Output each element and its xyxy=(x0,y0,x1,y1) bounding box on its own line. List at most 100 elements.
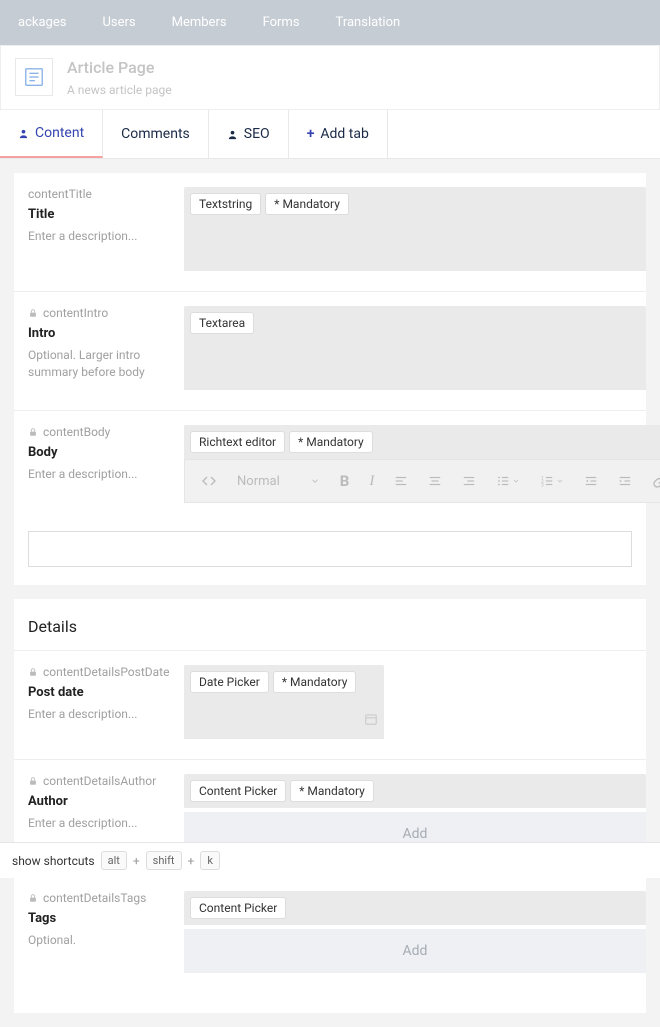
nav-translation[interactable]: Translation xyxy=(318,15,419,30)
tab-seo-label: SEO xyxy=(244,126,270,142)
field-type-row: Content Picker * Mandatory xyxy=(184,774,646,808)
key-shift: shift xyxy=(146,851,182,870)
field-label[interactable]: Post date xyxy=(28,685,170,700)
field-type-row: Textarea xyxy=(184,306,646,340)
type-tag[interactable]: Date Picker xyxy=(190,671,269,693)
add-property-row xyxy=(28,531,632,585)
date-input[interactable] xyxy=(184,699,384,739)
field-postdate: contentDetailsPostDate Post date Enter a… xyxy=(14,651,646,759)
mandatory-tag[interactable]: * Mandatory xyxy=(290,780,374,802)
main-area: contentTitle Title Enter a description..… xyxy=(0,159,660,1027)
italic-button[interactable]: I xyxy=(363,469,380,494)
field-label[interactable]: Author xyxy=(28,794,170,809)
outdent-button[interactable] xyxy=(578,470,604,492)
align-right-button[interactable] xyxy=(456,470,482,492)
type-tag[interactable]: Textarea xyxy=(190,312,254,334)
page-subtitle[interactable]: A news article page xyxy=(67,83,172,97)
section-details-title[interactable]: Details xyxy=(14,599,646,651)
lock-icon xyxy=(28,308,38,318)
shortcut-footer: show shortcuts alt + shift + k xyxy=(0,842,660,878)
field-alias[interactable]: contentBody xyxy=(28,425,170,439)
shortcut-label: show shortcuts xyxy=(12,854,95,868)
calendar-icon[interactable] xyxy=(364,712,378,726)
field-tags: contentDetailsTags Tags Optional. Conten… xyxy=(14,876,646,1013)
field-alias[interactable]: contentDetailsAuthor xyxy=(28,774,170,788)
field-desc[interactable]: Enter a description... xyxy=(28,228,170,245)
key-alt: alt xyxy=(101,851,127,870)
alias-text: contentTitle xyxy=(28,187,92,201)
bold-button[interactable]: B xyxy=(334,468,356,494)
indent-button[interactable] xyxy=(612,470,638,492)
details-panel: Details contentDetailsPostDate Post date… xyxy=(14,599,646,1013)
field-type-row: Textstring * Mandatory xyxy=(184,187,646,221)
link-button[interactable] xyxy=(646,469,660,493)
mandatory-tag[interactable]: * Mandatory xyxy=(273,671,357,693)
alias-text: contentDetailsAuthor xyxy=(43,774,156,788)
field-intro: contentIntro Intro Optional. Larger intr… xyxy=(14,291,646,410)
field-label[interactable]: Title xyxy=(28,207,170,222)
permissions-icon xyxy=(227,129,238,140)
field-desc[interactable]: Enter a description... xyxy=(28,706,170,723)
alias-text: contentIntro xyxy=(43,306,108,320)
field-label[interactable]: Body xyxy=(28,445,170,460)
field-type-row: Date Picker * Mandatory xyxy=(184,665,384,699)
doctype-icon xyxy=(15,58,53,96)
field-label[interactable]: Intro xyxy=(28,326,170,341)
align-left-button[interactable] xyxy=(388,470,414,492)
mandatory-tag[interactable]: * Mandatory xyxy=(265,193,349,215)
numbered-list-button[interactable]: 123 xyxy=(534,470,570,492)
field-label[interactable]: Tags xyxy=(28,911,170,926)
key-k: k xyxy=(200,851,220,870)
type-tag[interactable]: Content Picker xyxy=(190,897,286,919)
tab-add[interactable]: + Add tab xyxy=(289,110,388,158)
top-nav: ackages Users Members Forms Translation xyxy=(0,0,660,45)
tab-comments[interactable]: Comments xyxy=(103,110,209,158)
field-type-row: Content Picker xyxy=(184,891,646,925)
type-tag[interactable]: Richtext editor xyxy=(190,431,285,453)
plus-icon: + xyxy=(307,126,315,142)
tab-comments-label: Comments xyxy=(121,126,190,142)
svg-text:3: 3 xyxy=(541,482,544,488)
format-label: Normal xyxy=(237,474,280,489)
field-alias[interactable]: contentDetailsPostDate xyxy=(28,665,170,679)
content-panel: contentTitle Title Enter a description..… xyxy=(14,173,646,585)
type-tag[interactable]: Textstring xyxy=(190,193,261,215)
field-desc[interactable]: Enter a description... xyxy=(28,815,170,832)
page-header: Article Page A news article page xyxy=(0,45,660,110)
field-alias[interactable]: contentIntro xyxy=(28,306,170,320)
code-view-button[interactable] xyxy=(195,469,223,493)
lock-icon xyxy=(28,893,38,903)
field-desc[interactable]: Optional. xyxy=(28,932,170,949)
nav-packages[interactable]: ackages xyxy=(0,15,84,30)
intro-input[interactable] xyxy=(184,340,646,390)
format-select[interactable]: Normal xyxy=(231,474,326,489)
tab-content[interactable]: Content xyxy=(0,110,103,158)
title-input[interactable] xyxy=(184,221,646,271)
bullet-list-button[interactable] xyxy=(490,470,526,492)
type-tag[interactable]: Content Picker xyxy=(190,780,286,802)
tags-add-button[interactable]: Add xyxy=(184,929,646,973)
field-body: contentBody Body Enter a description... … xyxy=(14,410,646,517)
nav-forms[interactable]: Forms xyxy=(245,15,318,30)
tab-seo[interactable]: SEO xyxy=(209,110,289,158)
lock-icon xyxy=(28,427,38,437)
field-type-row: Richtext editor * Mandatory xyxy=(184,425,660,459)
permissions-icon xyxy=(18,128,29,139)
lock-icon xyxy=(28,667,38,677)
mandatory-tag[interactable]: * Mandatory xyxy=(289,431,373,453)
add-property-input[interactable] xyxy=(28,531,632,567)
field-desc[interactable]: Optional. Larger intro summary before bo… xyxy=(28,347,170,381)
alias-text: contentDetailsPostDate xyxy=(43,665,169,679)
field-alias[interactable]: contentDetailsTags xyxy=(28,891,170,905)
nav-members[interactable]: Members xyxy=(154,15,245,30)
field-desc[interactable]: Enter a description... xyxy=(28,466,170,483)
plus-sep: + xyxy=(133,854,140,868)
nav-users[interactable]: Users xyxy=(84,15,153,30)
align-center-button[interactable] xyxy=(422,470,448,492)
page-title[interactable]: Article Page xyxy=(67,58,172,77)
field-alias[interactable]: contentTitle xyxy=(28,187,170,201)
lock-icon xyxy=(28,776,38,786)
alias-text: contentDetailsTags xyxy=(43,891,146,905)
field-title: contentTitle Title Enter a description..… xyxy=(14,173,646,291)
tabs: Content Comments SEO + Add tab xyxy=(0,110,660,159)
